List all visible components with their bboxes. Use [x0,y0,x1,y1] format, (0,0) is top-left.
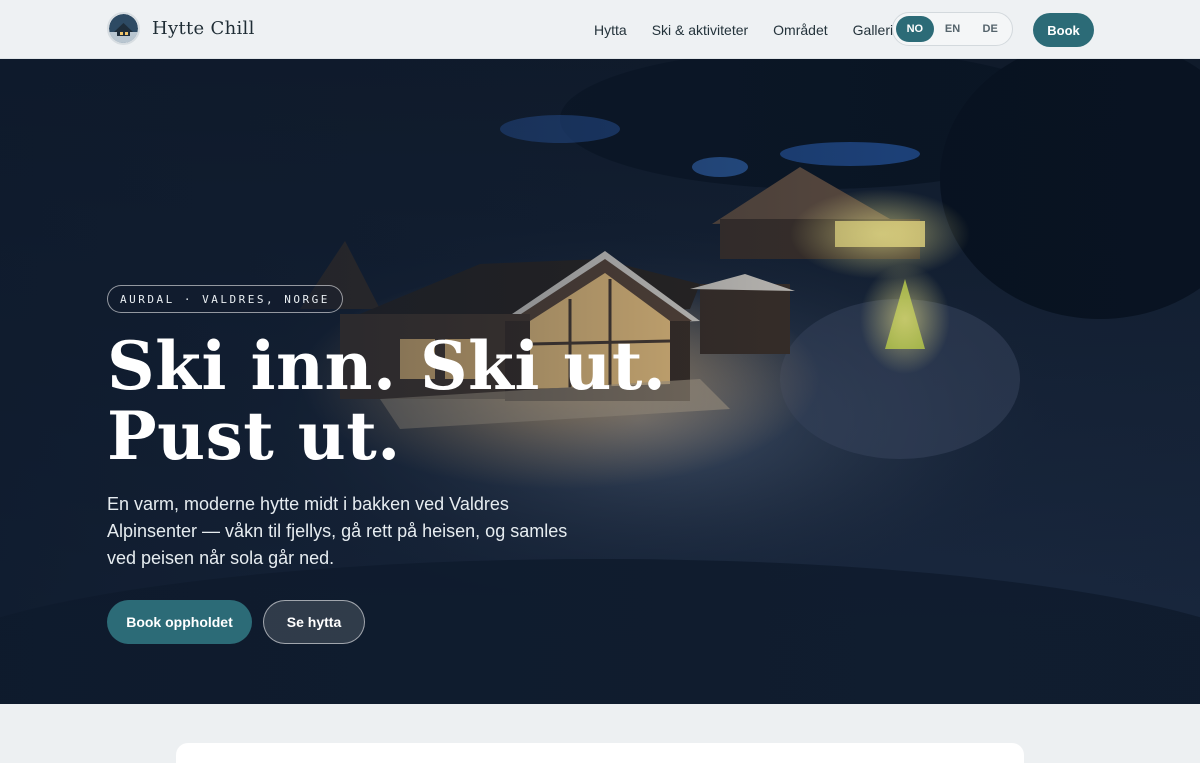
hero-title: Ski inn. Ski ut. Pust ut. [107,331,727,471]
content-card [176,743,1024,763]
hero-title-line-1: Ski inn. Ski ut. [107,327,667,405]
next-section [0,704,1200,763]
language-option-en[interactable]: EN [934,16,972,42]
nav-link-omradet[interactable]: Området [773,22,827,38]
nav-link-galleri[interactable]: Galleri [853,22,893,38]
brand-name: Hytte Chill [152,18,255,39]
main-nav: Hytta Ski & aktiviteter Området Galleri [594,0,918,59]
site-header: Hytte Chill Hytta Ski & aktiviteter Områ… [0,0,1200,59]
hero-title-line-2: Pust ut. [107,397,401,475]
hero-description: En varm, moderne hytte midt i bakken ved… [107,494,568,568]
language-switcher: NO EN DE [892,12,1013,46]
brand-logo[interactable]: Hytte Chill [107,12,255,45]
book-stay-button[interactable]: Book oppholdet [107,600,252,644]
cabin-logo-icon [107,12,140,45]
language-option-de[interactable]: DE [971,16,1009,42]
nav-link-hytta[interactable]: Hytta [594,22,627,38]
header-book-button[interactable]: Book [1033,13,1094,47]
language-option-no[interactable]: NO [896,16,934,42]
location-badge: AURDAL · VALDRES, NORGE [107,285,343,313]
see-cabin-button[interactable]: Se hytta [263,600,365,644]
nav-link-ski-aktiviteter[interactable]: Ski & aktiviteter [652,22,748,38]
hero-section: AURDAL · VALDRES, NORGE Ski inn. Ski ut.… [0,59,1200,704]
